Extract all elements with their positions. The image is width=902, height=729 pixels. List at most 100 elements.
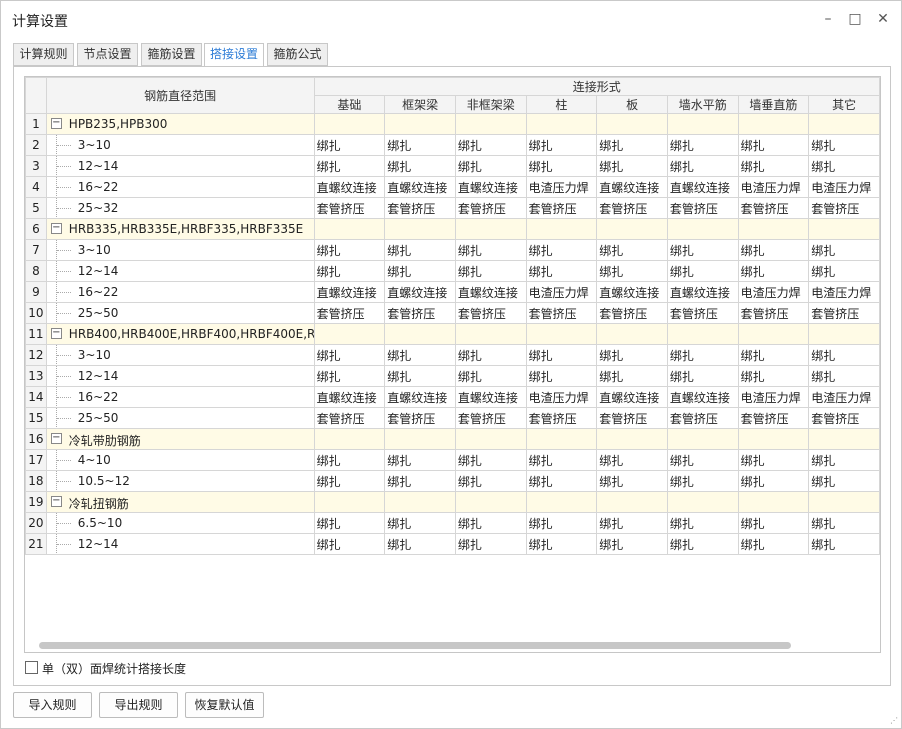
table-row[interactable]: 12 3~10 绑扎 绑扎 绑扎 绑扎 绑扎 绑扎 绑扎 绑扎 [25, 344, 880, 366]
connection-type-cell[interactable] [808, 218, 880, 240]
connection-type-cell[interactable]: 电渣压力焊 [737, 386, 810, 408]
diameter-range-cell[interactable]: 6.5~10 [45, 512, 315, 534]
import-rules-button[interactable]: 导入规则 [13, 692, 92, 718]
connection-type-cell[interactable]: 绑扎 [525, 134, 598, 156]
connection-type-cell[interactable]: 套管挤压 [454, 197, 527, 219]
connection-type-cell[interactable] [384, 323, 456, 345]
connection-type-cell[interactable]: 绑扎 [737, 134, 810, 156]
connection-type-cell[interactable]: 绑扎 [525, 260, 598, 282]
connection-type-cell[interactable]: 绑扎 [666, 533, 739, 555]
connection-type-cell[interactable] [454, 218, 527, 240]
connection-type-cell[interactable]: 套管挤压 [666, 197, 739, 219]
connection-type-cell[interactable]: 绑扎 [808, 512, 880, 534]
column-header[interactable]: 墙水平筋 [666, 95, 739, 114]
connection-type-cell[interactable]: 套管挤压 [596, 407, 668, 429]
connection-type-cell[interactable]: 直螺纹连接 [384, 281, 456, 303]
connection-type-cell[interactable]: 绑扎 [313, 365, 386, 387]
connection-type-cell[interactable]: 直螺纹连接 [666, 281, 739, 303]
connection-type-cell[interactable]: 直螺纹连接 [384, 176, 456, 198]
connection-type-cell[interactable]: 绑扎 [525, 365, 598, 387]
column-header[interactable]: 非框架梁 [454, 95, 527, 114]
connection-type-cell[interactable] [737, 428, 810, 450]
connection-type-cell[interactable]: 绑扎 [454, 134, 527, 156]
connection-type-cell[interactable]: 套管挤压 [313, 407, 386, 429]
connection-type-cell[interactable]: 绑扎 [596, 512, 668, 534]
connection-type-cell[interactable] [525, 323, 598, 345]
connection-type-cell[interactable]: 绑扎 [525, 239, 598, 261]
connection-type-cell[interactable]: 电渣压力焊 [808, 281, 880, 303]
connection-type-cell[interactable]: 绑扎 [808, 365, 880, 387]
collapse-icon[interactable]: − [50, 223, 62, 234]
connection-type-cell[interactable]: 电渣压力焊 [525, 281, 598, 303]
connection-type-cell[interactable]: 绑扎 [454, 470, 527, 492]
connection-type-cell[interactable]: 绑扎 [808, 449, 880, 471]
connection-type-cell[interactable]: 绑扎 [384, 134, 456, 156]
connection-type-cell[interactable]: 绑扎 [808, 344, 880, 366]
connection-type-cell[interactable]: 绑扎 [596, 449, 668, 471]
connection-type-cell[interactable]: 绑扎 [808, 155, 880, 177]
tab-stirrup-settings[interactable]: 箍筋设置 [141, 43, 202, 66]
connection-type-cell[interactable] [666, 218, 739, 240]
connection-type-cell[interactable]: 绑扎 [737, 512, 810, 534]
connection-type-cell[interactable]: 绑扎 [737, 344, 810, 366]
range-column-header[interactable]: 钢筋直径范围 [45, 77, 315, 114]
group-row[interactable]: 6− HRB335,HRB335E,HRBF335,HRBF335E [25, 218, 880, 240]
connection-type-cell[interactable] [666, 323, 739, 345]
table-row[interactable]: 9 16~22 直螺纹连接 直螺纹连接 直螺纹连接 电渣压力焊 直螺纹连接 直螺纹连接 电渣压力… [25, 281, 880, 303]
connection-type-cell[interactable]: 绑扎 [454, 344, 527, 366]
connection-type-cell[interactable] [596, 113, 668, 135]
connection-type-cell[interactable]: 绑扎 [666, 155, 739, 177]
connection-type-cell[interactable]: 绑扎 [313, 344, 386, 366]
restore-defaults-button[interactable]: 恢复默认值 [185, 692, 264, 718]
connection-type-cell[interactable] [525, 428, 598, 450]
connection-type-cell[interactable]: 套管挤压 [525, 302, 598, 324]
connection-type-cell[interactable]: 套管挤压 [313, 302, 386, 324]
connection-type-cell[interactable] [737, 113, 810, 135]
connection-type-cell[interactable]: 绑扎 [384, 365, 456, 387]
connection-type-cell[interactable] [454, 113, 527, 135]
diameter-range-cell[interactable]: 12~14 [45, 365, 315, 387]
connection-type-cell[interactable]: 绑扎 [313, 512, 386, 534]
weld-checkbox[interactable] [25, 661, 38, 674]
diameter-range-cell[interactable]: 25~50 [45, 407, 315, 429]
connection-type-cell[interactable]: 绑扎 [596, 155, 668, 177]
connection-type-cell[interactable]: 电渣压力焊 [525, 176, 598, 198]
connection-type-cell[interactable]: 直螺纹连接 [454, 176, 527, 198]
close-icon[interactable]: ✕ [874, 10, 892, 28]
table-row[interactable]: 15 25~50 套管挤压 套管挤压 套管挤压 套管挤压 套管挤压 套管挤压 套管挤压 套管挤压 [25, 407, 880, 429]
diameter-range-cell[interactable]: 3~10 [45, 344, 315, 366]
connection-type-cell[interactable]: 套管挤压 [737, 302, 810, 324]
connection-type-cell[interactable]: 套管挤压 [454, 407, 527, 429]
connection-type-cell[interactable] [666, 113, 739, 135]
group-row[interactable]: 16− 冷轧带肋钢筋 [25, 428, 880, 450]
connection-type-cell[interactable]: 直螺纹连接 [596, 176, 668, 198]
connection-type-cell[interactable] [384, 428, 456, 450]
connection-type-cell[interactable] [596, 491, 668, 513]
diameter-range-cell[interactable]: 25~50 [45, 302, 315, 324]
connection-type-cell[interactable]: 电渣压力焊 [525, 386, 598, 408]
connection-type-cell[interactable] [596, 323, 668, 345]
connection-type-cell[interactable]: 绑扎 [596, 365, 668, 387]
connection-type-cell[interactable] [384, 491, 456, 513]
connection-type-cell[interactable]: 绑扎 [384, 155, 456, 177]
connection-type-cell[interactable]: 直螺纹连接 [384, 386, 456, 408]
connection-type-cell[interactable] [313, 491, 386, 513]
connection-type-cell[interactable]: 绑扎 [384, 260, 456, 282]
tab-node-settings[interactable]: 节点设置 [77, 43, 138, 66]
connection-type-cell[interactable] [808, 491, 880, 513]
connection-type-cell[interactable]: 绑扎 [737, 449, 810, 471]
connection-type-cell[interactable] [525, 113, 598, 135]
connection-type-cell[interactable]: 直螺纹连接 [313, 386, 386, 408]
connection-type-cell[interactable]: 绑扎 [525, 344, 598, 366]
connection-type-cell[interactable] [313, 428, 386, 450]
table-row[interactable]: 14 16~22 直螺纹连接 直螺纹连接 直螺纹连接 电渣压力焊 直螺纹连接 直螺纹连接 电渣压… [25, 386, 880, 408]
diameter-range-cell[interactable]: 25~32 [45, 197, 315, 219]
connection-type-cell[interactable]: 套管挤压 [666, 302, 739, 324]
connection-type-cell[interactable]: 直螺纹连接 [454, 386, 527, 408]
diameter-range-cell[interactable]: 3~10 [45, 239, 315, 261]
connection-type-cell[interactable]: 绑扎 [525, 155, 598, 177]
connection-type-cell[interactable] [596, 218, 668, 240]
connection-type-cell[interactable]: 绑扎 [737, 470, 810, 492]
diameter-range-cell[interactable]: 16~22 [45, 386, 315, 408]
connection-type-cell[interactable]: 套管挤压 [384, 197, 456, 219]
